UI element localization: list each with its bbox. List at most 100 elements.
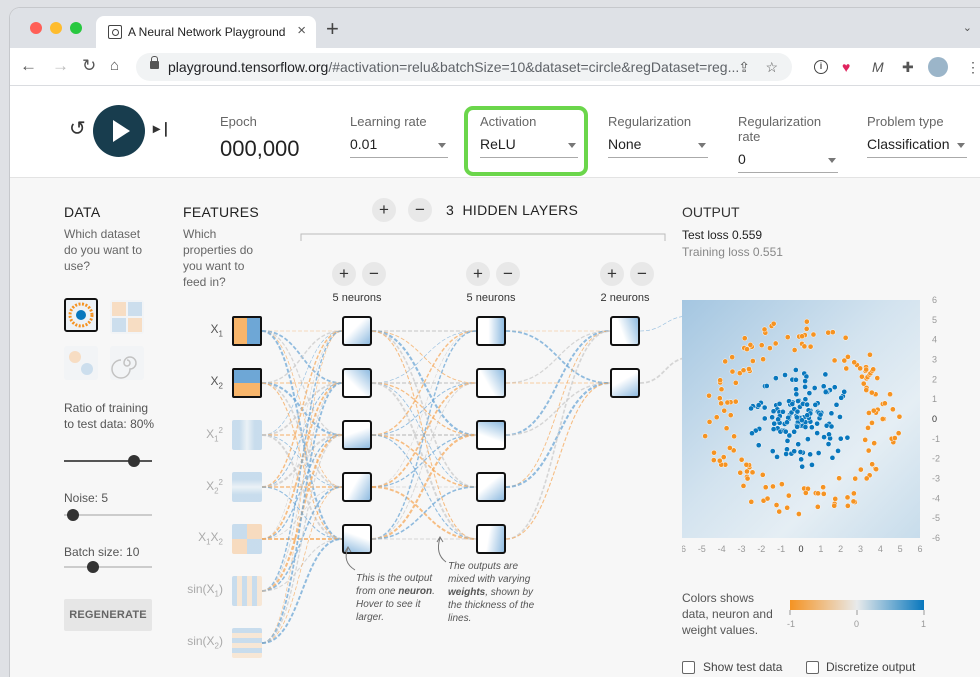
data-point <box>802 490 809 496</box>
minimize-window-icon[interactable] <box>50 22 62 34</box>
data-point <box>798 456 805 463</box>
x-tick: -1 <box>777 544 785 554</box>
data-point <box>868 389 875 396</box>
remove-neuron-button-0[interactable]: − <box>362 262 386 286</box>
x-tick: 2 <box>838 544 843 554</box>
learning-rate-select[interactable]: 0.01 <box>350 136 448 158</box>
test-loss: Test loss 0.559 <box>682 228 763 242</box>
close-window-icon[interactable] <box>30 22 42 34</box>
neuron-2-0[interactable] <box>610 316 640 346</box>
problem-type-label: Problem type <box>867 114 944 129</box>
weight-link[interactable] <box>371 330 477 488</box>
data-point <box>797 449 804 455</box>
neuron-1-0[interactable] <box>476 316 506 346</box>
data-point <box>828 423 835 430</box>
play-button[interactable] <box>93 105 145 157</box>
data-point <box>761 326 768 333</box>
menu-kebab-icon[interactable]: ⋮ <box>966 57 980 77</box>
regularization-select[interactable]: None <box>608 136 708 158</box>
remove-neuron-button-2[interactable]: − <box>630 262 654 286</box>
data-point <box>748 498 755 505</box>
weight-link[interactable] <box>505 330 611 488</box>
weight-link[interactable] <box>371 382 477 540</box>
neuron-1-2[interactable] <box>476 420 506 450</box>
add-neuron-button-0[interactable]: + <box>332 262 356 286</box>
bookmark-star-icon[interactable]: ☆ <box>765 59 778 76</box>
problem-type-select[interactable]: Classification <box>867 136 967 158</box>
weight-link[interactable] <box>505 330 611 540</box>
data-point <box>820 484 826 491</box>
neuron-2-1[interactable] <box>610 368 640 398</box>
home-icon[interactable]: ⌂ <box>110 56 119 76</box>
data-point <box>857 365 863 372</box>
neuron-1-1[interactable] <box>476 368 506 398</box>
profile-avatar[interactable] <box>928 57 948 77</box>
neuron-1-3[interactable] <box>476 472 506 502</box>
remove-neuron-button-1[interactable]: − <box>496 262 520 286</box>
share-icon[interactable]: ⇪ <box>738 59 750 76</box>
show-test-checkbox[interactable] <box>682 661 695 674</box>
neuron-0-1[interactable] <box>342 368 372 398</box>
neuron-0-3[interactable] <box>342 472 372 502</box>
new-tab-button[interactable]: + <box>326 16 339 42</box>
pocket-icon[interactable]: ♥ <box>842 57 850 77</box>
extension-info-icon[interactable]: i <box>814 60 828 74</box>
data-point <box>835 448 841 454</box>
data-point <box>760 356 766 363</box>
tab-playground[interactable]: A Neural Network Playground × <box>96 16 316 48</box>
data-point <box>771 420 778 427</box>
tab-search-chevron-icon[interactable]: ⌄ <box>963 21 972 34</box>
add-neuron-button-1[interactable]: + <box>466 262 490 286</box>
learning-rate-label: Learning rate <box>350 114 427 129</box>
data-point <box>749 469 756 476</box>
data-point <box>770 483 776 490</box>
maximize-window-icon[interactable] <box>70 22 82 34</box>
problem-type-group: Problem type Classification <box>867 114 967 158</box>
regularization-group: Regularization None <box>608 114 708 158</box>
weight-link[interactable] <box>261 330 343 488</box>
weight-link[interactable] <box>505 382 611 540</box>
show-test-label: Show test data <box>703 660 783 674</box>
forward-arrow-icon[interactable]: → <box>52 56 69 76</box>
weight-link[interactable] <box>261 538 343 644</box>
data-point <box>873 466 879 473</box>
data-point <box>844 494 851 501</box>
weight-link[interactable] <box>261 382 343 644</box>
reg-rate-select[interactable]: 0 <box>738 151 838 173</box>
data-point <box>815 490 821 497</box>
neurons-count-0: 5 neurons <box>332 292 382 304</box>
neuron-0-2[interactable] <box>342 420 372 450</box>
data-point <box>822 371 829 378</box>
address-bar[interactable]: playground.tensorflow.org/#activation=re… <box>136 53 792 81</box>
data-point <box>869 461 876 468</box>
add-neuron-button-2[interactable]: + <box>600 262 624 286</box>
reset-icon[interactable]: ↺ <box>69 116 86 141</box>
neuron-0-0[interactable] <box>342 316 372 346</box>
data-point <box>724 399 731 406</box>
y-tick: -5 <box>932 513 940 523</box>
extensions-puzzle-icon[interactable]: ✚ <box>902 57 914 77</box>
data-point <box>776 400 783 407</box>
color-scale <box>789 600 925 615</box>
data-point <box>831 357 838 364</box>
discretize-checkbox[interactable] <box>806 661 819 674</box>
extension-m-icon[interactable]: M <box>872 57 884 77</box>
neuron-1-4[interactable] <box>476 524 506 554</box>
data-point <box>782 428 789 435</box>
weight-link[interactable] <box>261 486 343 644</box>
close-tab-icon[interactable]: × <box>297 22 306 39</box>
step-icon[interactable]: ▸❘ <box>153 120 172 137</box>
data-point <box>773 375 779 381</box>
data-point <box>710 457 717 463</box>
reload-icon[interactable]: ↻ <box>82 56 96 76</box>
training-loss: Training loss 0.551 <box>682 245 783 259</box>
back-arrow-icon[interactable]: ← <box>20 56 37 76</box>
data-point <box>721 407 728 414</box>
output-heatmap[interactable]: -6 -5 -4 -3 -2 -1 0 1 2 3 4 5 6 6 5 4 3 2 1 0 -1 -2 -3 -4 -5 -6 <box>682 294 978 554</box>
url-path: /#activation=relu&batchSize=10&dataset=c… <box>328 59 740 75</box>
data-point <box>763 383 770 389</box>
url-text[interactable]: playground.tensorflow.org/#activation=re… <box>168 59 739 75</box>
data-point <box>820 491 827 497</box>
y-tick: 3 <box>932 355 937 365</box>
weight-link[interactable] <box>261 330 343 592</box>
